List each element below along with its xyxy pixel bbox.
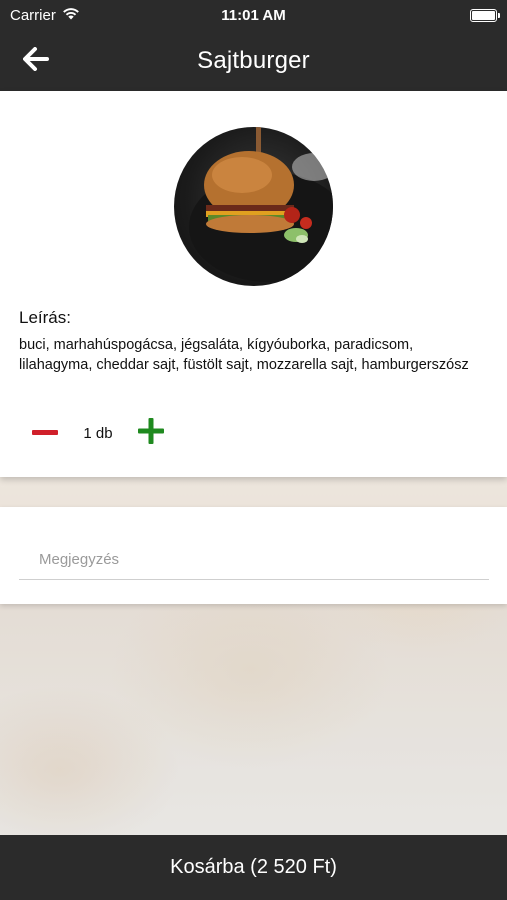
product-image xyxy=(174,127,333,286)
battery-icon xyxy=(470,8,500,22)
minus-icon xyxy=(32,424,58,442)
description-heading: Leírás: xyxy=(19,308,71,327)
quantity-stepper: 1 db xyxy=(30,417,166,449)
navigation-bar: Sajtburger xyxy=(0,30,507,91)
note-input[interactable] xyxy=(19,540,489,580)
carrier-label: Carrier xyxy=(10,6,56,24)
note-card xyxy=(0,507,507,604)
plus-icon xyxy=(138,417,164,449)
status-left: Carrier xyxy=(10,7,80,24)
product-card: Leírás: buci, marhahúspogácsa, jégsaláta… xyxy=(0,91,507,477)
decrease-quantity-button[interactable] xyxy=(30,419,60,447)
status-bar: Carrier 11:01 AM xyxy=(0,0,507,30)
add-to-cart-button[interactable]: Kosárba (2 520 Ft) xyxy=(0,835,507,900)
quantity-value: 1 db xyxy=(83,424,113,442)
wifi-icon xyxy=(62,7,80,24)
page-title: Sajtburger xyxy=(197,46,310,74)
increase-quantity-button[interactable] xyxy=(136,417,166,449)
add-to-cart-label: Kosárba (2 520 Ft) xyxy=(170,856,337,878)
description-text: buci, marhahúspogácsa, jégsaláta, kígyóu… xyxy=(19,337,469,373)
